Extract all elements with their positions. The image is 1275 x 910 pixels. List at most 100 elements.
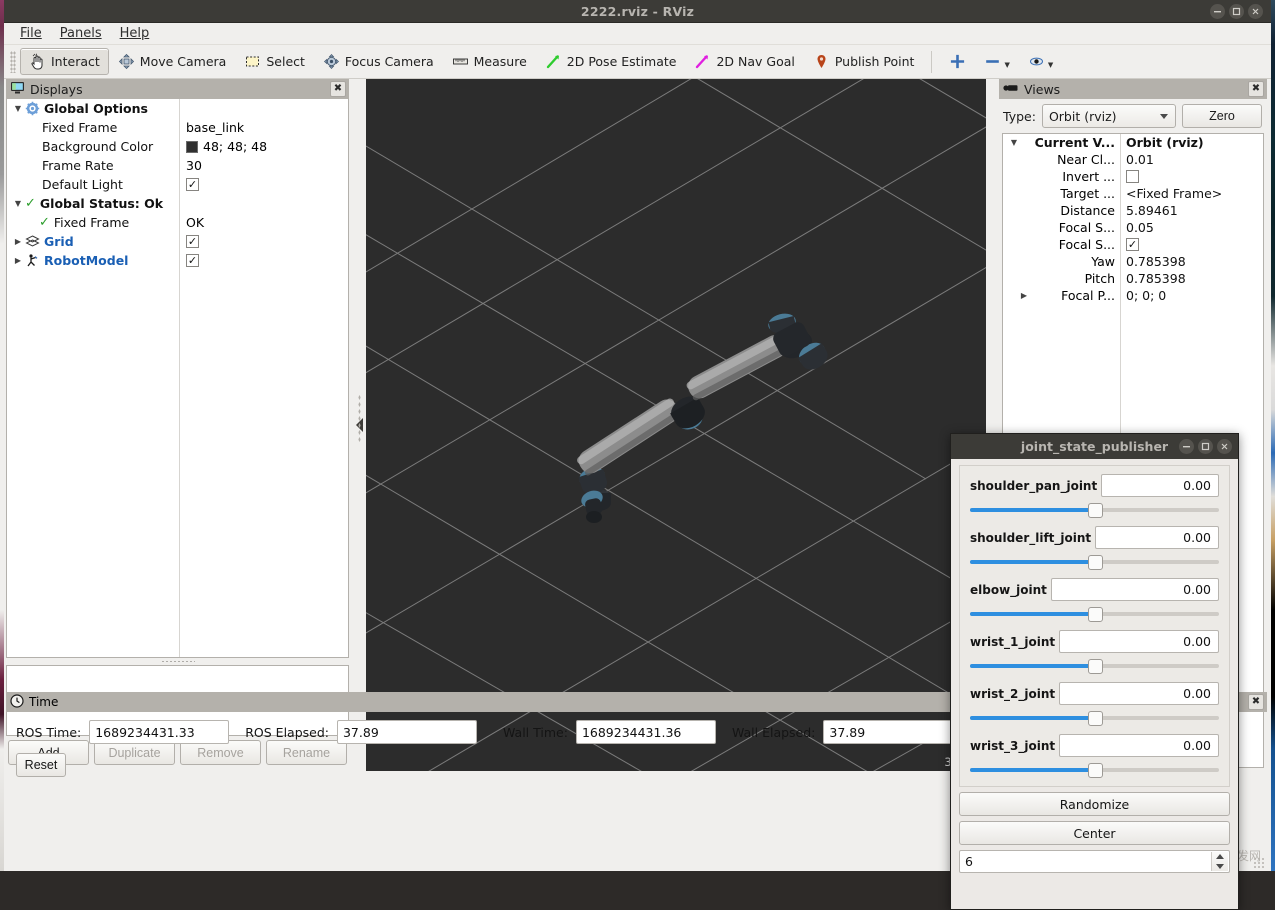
joint-slider[interactable]: [970, 762, 1219, 778]
tool-measure[interactable]: Measure: [443, 48, 536, 75]
focal-shape-checkbox[interactable]: ✓: [1126, 238, 1139, 251]
table-row[interactable]: ▼ ✓ Global Status: Ok: [7, 194, 348, 213]
tool-add-view[interactable]: [940, 48, 975, 75]
joint-slider[interactable]: [970, 710, 1219, 726]
chevron-down-icon[interactable]: ▼: [1004, 61, 1009, 69]
twisty-icon[interactable]: ▶: [11, 237, 25, 246]
table-row[interactable]: Focal S... ✓: [1003, 236, 1263, 253]
joint-value-field[interactable]: 0.00: [1059, 734, 1219, 757]
slider-knob[interactable]: [1088, 711, 1103, 726]
menu-help[interactable]: Help: [112, 24, 158, 43]
tool-visibility[interactable]: ▼: [1019, 48, 1062, 75]
close-button[interactable]: [1248, 4, 1263, 19]
views-row-value[interactable]: 0.785398: [1126, 254, 1186, 269]
tool-select[interactable]: Select: [235, 48, 314, 75]
tool-focus-camera[interactable]: Focus Camera: [314, 48, 443, 75]
views-row-value[interactable]: 0.785398: [1126, 271, 1186, 286]
spin-up-icon[interactable]: [1216, 854, 1224, 859]
time-close-button[interactable]: ✖: [1248, 694, 1264, 710]
slider-knob[interactable]: [1088, 659, 1103, 674]
table-row[interactable]: Frame Rate 30: [7, 156, 348, 175]
ros-time-field[interactable]: 1689234431.33: [89, 720, 229, 744]
maximize-button[interactable]: [1229, 4, 1244, 19]
table-row[interactable]: ▼ Global Options: [7, 99, 348, 118]
twisty-icon[interactable]: ▼: [1007, 138, 1021, 147]
views-row-value[interactable]: 0.05: [1126, 220, 1154, 235]
joint-slider[interactable]: [970, 502, 1219, 518]
displays-tree[interactable]: ▼ Global Options: [6, 99, 349, 658]
displays-close-button[interactable]: ✖: [330, 81, 346, 97]
table-row[interactable]: Focal S... 0.05: [1003, 219, 1263, 236]
chevron-down-icon-2[interactable]: ▼: [1048, 61, 1053, 69]
slider-knob[interactable]: [1088, 555, 1103, 570]
twisty-icon[interactable]: ▶: [1017, 291, 1031, 300]
robotmodel-enabled-checkbox[interactable]: ✓: [186, 254, 199, 267]
tool-2d-pose-estimate[interactable]: 2D Pose Estimate: [536, 48, 686, 75]
tool-interact[interactable]: Interact: [20, 48, 109, 75]
toolbar-grip[interactable]: [10, 51, 16, 73]
tool-remove-view[interactable]: ▼: [975, 48, 1018, 75]
default-light-checkbox[interactable]: ✓: [186, 178, 199, 191]
table-row[interactable]: ▼ Current V... Orbit (rviz): [1003, 134, 1263, 151]
grid-enabled-checkbox[interactable]: ✓: [186, 235, 199, 248]
wall-elapsed-field[interactable]: 37.89: [823, 720, 963, 744]
displays-row-value[interactable]: 48; 48; 48: [203, 139, 267, 154]
table-row[interactable]: ✓ Fixed Frame OK: [7, 213, 348, 232]
slider-knob[interactable]: [1088, 763, 1103, 778]
window-resize-grip[interactable]: [1253, 857, 1265, 869]
views-row-value[interactable]: <Fixed Frame>: [1126, 186, 1222, 201]
twisty-icon[interactable]: ▶: [11, 256, 25, 265]
ros-elapsed-field[interactable]: 37.89: [337, 720, 477, 744]
table-row[interactable]: Yaw 0.785398: [1003, 253, 1263, 270]
menu-panels[interactable]: Panels: [52, 24, 110, 43]
jsp-minimize-button[interactable]: [1179, 439, 1194, 454]
joint-value-field[interactable]: 0.00: [1059, 630, 1219, 653]
joint-value-field[interactable]: 0.00: [1101, 474, 1219, 497]
wall-time-field[interactable]: 1689234431.36: [576, 720, 716, 744]
jsp-maximize-button[interactable]: [1198, 439, 1213, 454]
menu-file[interactable]: File: [12, 24, 50, 43]
invert-checkbox[interactable]: [1126, 170, 1139, 183]
sidebar-item-robotmodel[interactable]: ▶ RobotModel ✓: [7, 251, 348, 270]
joint-slider[interactable]: [970, 554, 1219, 570]
joint-slider[interactable]: [970, 658, 1219, 674]
table-row[interactable]: Pitch 0.785398: [1003, 270, 1263, 287]
table-row[interactable]: Invert ...: [1003, 168, 1263, 185]
twisty-icon[interactable]: ▼: [11, 104, 25, 113]
reset-button[interactable]: Reset: [16, 753, 66, 777]
views-row-value[interactable]: 0.01: [1126, 152, 1154, 167]
slider-knob[interactable]: [1088, 607, 1103, 622]
displays-row-value[interactable]: base_link: [186, 120, 244, 135]
sidebar-item-grid[interactable]: ▶ Grid ✓: [7, 232, 348, 251]
slider-knob[interactable]: [1088, 503, 1103, 518]
table-row[interactable]: ▶ Focal P... 0; 0; 0: [1003, 287, 1263, 304]
randomize-button[interactable]: Randomize: [959, 792, 1230, 816]
table-row[interactable]: Near Cl... 0.01: [1003, 151, 1263, 168]
joint-slider[interactable]: [970, 606, 1219, 622]
joint-value-field[interactable]: 0.00: [1059, 682, 1219, 705]
color-swatch-icon[interactable]: [186, 141, 198, 153]
zero-button[interactable]: Zero: [1182, 104, 1262, 128]
spin-down-icon[interactable]: [1216, 864, 1224, 869]
views-row-value[interactable]: 0; 0; 0: [1126, 288, 1166, 303]
displays-column-splitter[interactable]: [179, 99, 180, 657]
views-close-button[interactable]: ✖: [1248, 81, 1264, 97]
twisty-icon[interactable]: ▼: [11, 199, 25, 208]
tool-move-camera[interactable]: Move Camera: [109, 48, 236, 75]
displays-row-value[interactable]: 30: [186, 158, 202, 173]
joint-value-field[interactable]: 0.00: [1051, 578, 1219, 601]
render-viewport-3d[interactable]: 31 fps: [366, 79, 986, 771]
tool-publish-point[interactable]: Publish Point: [804, 48, 924, 75]
jsp-close-button[interactable]: [1217, 439, 1232, 454]
table-row[interactable]: Background Color 48; 48; 48: [7, 137, 348, 156]
table-row[interactable]: Target ... <Fixed Frame>: [1003, 185, 1263, 202]
table-row[interactable]: Default Light ✓: [7, 175, 348, 194]
minimize-button[interactable]: [1210, 4, 1225, 19]
views-row-value[interactable]: 5.89461: [1126, 203, 1178, 218]
view-type-dropdown[interactable]: Orbit (rviz): [1042, 104, 1176, 128]
jsp-spinbox[interactable]: 6: [959, 850, 1230, 873]
tool-2d-nav-goal[interactable]: 2D Nav Goal: [685, 48, 803, 75]
displays-splitter[interactable]: [6, 658, 349, 665]
table-row[interactable]: Fixed Frame base_link: [7, 118, 348, 137]
joint-value-field[interactable]: 0.00: [1095, 526, 1219, 549]
